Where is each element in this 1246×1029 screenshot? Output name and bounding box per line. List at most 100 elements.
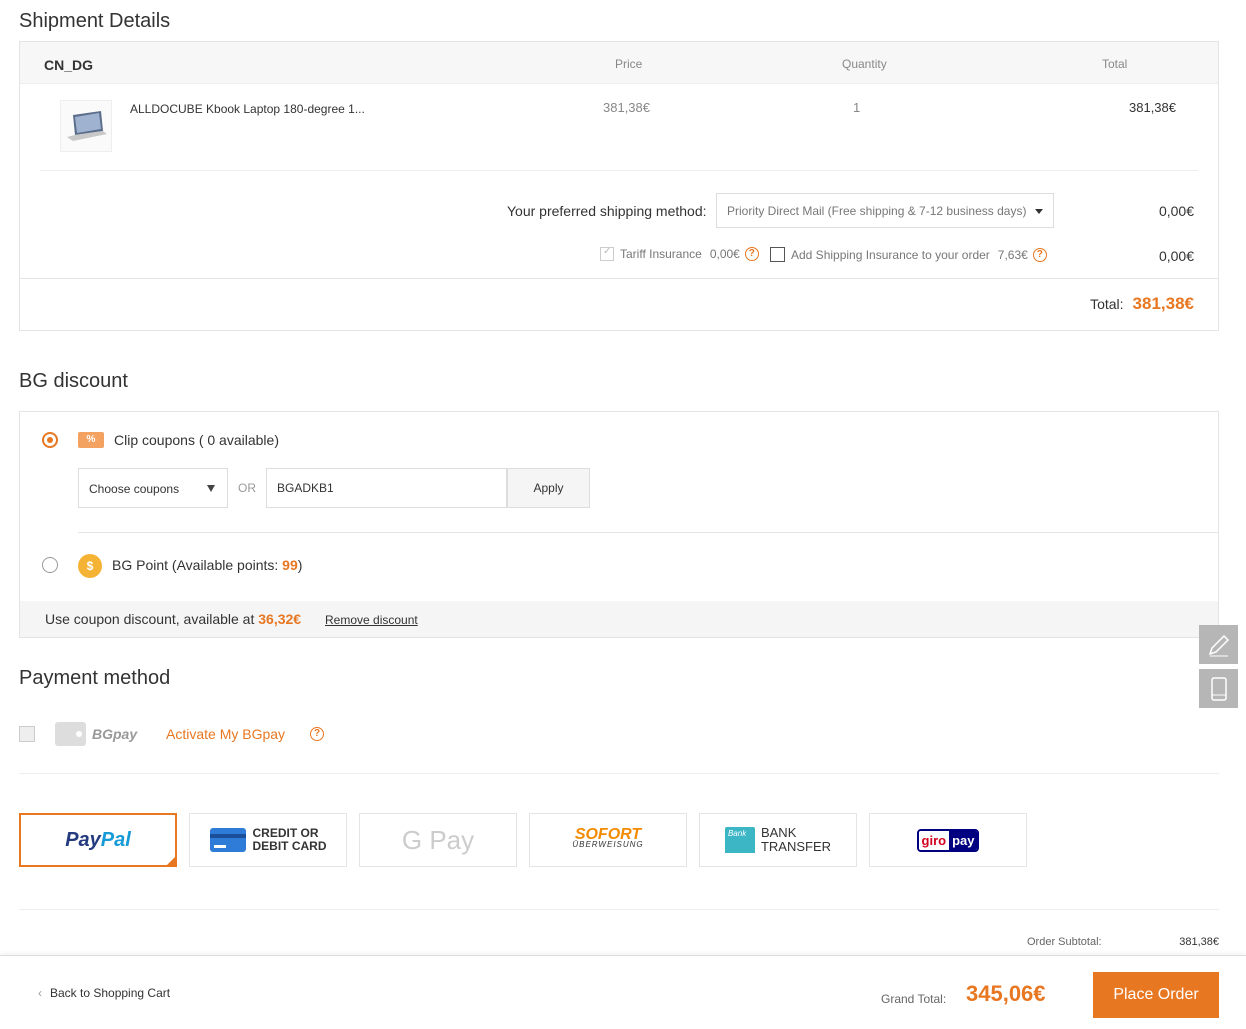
or-separator: OR xyxy=(238,481,256,495)
choose-coupons-value: Choose coupons xyxy=(89,482,180,496)
divider xyxy=(20,278,1218,279)
sofort-option[interactable]: SOFORT ÜBERWEISUNG xyxy=(529,813,687,867)
shipping-insurance-help-icon[interactable]: ? xyxy=(1032,247,1047,262)
discount-footer: Use coupon discount, available at 36,32€… xyxy=(20,601,1218,637)
warehouse-label: CN_DG xyxy=(44,57,94,73)
tariff-help-icon[interactable]: ? xyxy=(744,247,759,261)
grand-total-value: 345,06€ xyxy=(966,981,1046,1006)
back-to-cart-link[interactable]: ‹ Back to Shopping Cart xyxy=(38,986,170,1000)
product-name[interactable]: ALLDOCUBE Kbook Laptop 180-degree 1... xyxy=(130,102,365,116)
google-pay-logo: G Pay xyxy=(401,824,475,855)
bgpay-label: BGpay xyxy=(92,726,138,742)
sofort-subtext: ÜBERWEISUNG xyxy=(572,840,644,849)
shipment-title: Shipment Details xyxy=(19,10,171,32)
apply-button[interactable]: Apply xyxy=(507,468,590,508)
giropay-text-b: pay xyxy=(949,830,978,850)
caret-down-icon xyxy=(1035,209,1043,214)
giropay-option[interactable]: giro pay xyxy=(869,813,1027,867)
clip-coupons-radio[interactable] xyxy=(42,432,58,448)
place-order-button[interactable]: Place Order xyxy=(1093,972,1219,1018)
shipping-method-value: Priority Direct Mail (Free shipping & 7-… xyxy=(727,204,1027,218)
grand-total-label: Grand Total: xyxy=(881,992,947,1006)
product-price: 381,38€ xyxy=(603,100,650,115)
insurance-fee: 0,00€ xyxy=(1158,248,1194,264)
shipping-method-select[interactable]: Priority Direct Mail (Free shipping & 7-… xyxy=(716,193,1054,228)
col-quantity: Quantity xyxy=(842,57,887,71)
shipment-total-label: Total: xyxy=(1090,296,1124,312)
google-pay-option[interactable]: G Pay xyxy=(359,813,517,867)
mobile-icon[interactable] xyxy=(1199,669,1238,708)
shipping-insurance-checkbox[interactable] xyxy=(770,247,785,262)
paypal-text-a: Pay xyxy=(65,828,101,851)
coin-icon: $ xyxy=(78,554,102,578)
shipping-fee: 0,00€ xyxy=(1158,203,1194,219)
shipment-box: CN_DG Price Quantity Total ALLDOCUBE Kbo… xyxy=(19,41,1219,331)
bank-line2: TRANSFER xyxy=(760,839,832,854)
bank-transfer-label: BANK TRANSFER xyxy=(761,826,831,854)
paypal-option[interactable]: PayPal xyxy=(19,813,177,867)
credit-card-line1: CREDIT OR xyxy=(252,826,319,840)
shipment-total-value: 381,38€ xyxy=(1132,294,1194,313)
discount-title: BG discount xyxy=(19,370,128,392)
wallet-icon xyxy=(55,722,86,746)
credit-card-icon xyxy=(209,828,246,852)
col-price: Price xyxy=(615,57,643,71)
bg-point-label-suffix: ) xyxy=(297,557,303,573)
choose-coupons-select[interactable]: Choose coupons xyxy=(78,468,228,508)
bank-line1: BANK xyxy=(760,825,797,840)
paypal-text-b: Pal xyxy=(100,828,131,851)
col-total: Total xyxy=(1102,57,1128,71)
activate-bgpay-link[interactable]: Activate My BGpay xyxy=(166,726,285,742)
product-quantity: 1 xyxy=(853,100,861,115)
credit-card-label: CREDIT OR DEBIT CARD xyxy=(253,827,327,853)
tariff-insurance-label: Tariff Insurance xyxy=(620,247,702,261)
remove-discount-link[interactable]: Remove discount xyxy=(325,613,418,627)
clip-coupons-label: Clip coupons ( 0 available) xyxy=(114,432,279,448)
shipment-table-header: CN_DG Price Quantity Total xyxy=(20,42,1218,84)
tariff-insurance-row: Tariff Insurance 0,00€ ? xyxy=(600,246,759,261)
sofort-text: SOFORT xyxy=(574,826,642,843)
bg-point-label: BG Point (Available points: 99) xyxy=(112,557,302,573)
product-total: 381,38€ xyxy=(1129,100,1176,115)
tariff-insurance-checkbox[interactable] xyxy=(600,246,614,261)
coupon-icon: % xyxy=(78,432,104,448)
giropay-logo: giro pay xyxy=(916,828,980,852)
discount-summary-text: Use coupon discount, available at xyxy=(45,611,259,627)
chevron-left-icon: ‹ xyxy=(38,986,42,1000)
sofort-logo: SOFORT ÜBERWEISUNG xyxy=(572,826,644,850)
payment-title: Payment method xyxy=(19,667,171,689)
tariff-insurance-fee: 0,00€ xyxy=(709,247,740,261)
paypal-logo: PayPal xyxy=(65,829,131,852)
order-subtotal-label: Order Subtotal: xyxy=(1027,936,1102,948)
divider xyxy=(19,773,1219,774)
bg-point-value: 99 xyxy=(282,557,298,573)
shipping-insurance-row: Add Shipping Insurance to your order 7,6… xyxy=(770,247,1047,262)
divider xyxy=(19,909,1219,910)
back-to-cart-label: Back to Shopping Cart xyxy=(50,986,171,1000)
bg-point-radio[interactable] xyxy=(42,557,58,573)
triangle-down-icon xyxy=(207,485,215,492)
product-thumbnail[interactable] xyxy=(60,100,112,152)
shipping-method-label: Your preferred shipping method: xyxy=(507,203,707,219)
credit-card-line2: DEBIT CARD xyxy=(252,839,327,853)
pencil-icon[interactable] xyxy=(1199,625,1238,664)
discount-box: % Clip coupons ( 0 available) Choose cou… xyxy=(19,411,1219,638)
shipping-insurance-fee: 7,63€ xyxy=(997,247,1028,262)
bank-icon xyxy=(724,827,755,853)
shipping-insurance-label: Add Shipping Insurance to your order xyxy=(791,247,990,262)
laptop-icon xyxy=(67,111,107,141)
giropay-text-a: giro xyxy=(918,830,950,850)
discount-amount: 36,32€ xyxy=(258,611,302,627)
checkout-footer: ‹ Back to Shopping Cart Grand Total: 345,… xyxy=(0,955,1246,1029)
discount-summary: Use coupon discount, available at 36,32€ xyxy=(45,611,301,627)
order-subtotal-value: 381,38€ xyxy=(1179,936,1219,948)
coupon-code-input[interactable] xyxy=(266,468,507,508)
bgpay-help-icon[interactable]: ? xyxy=(310,727,324,741)
shipment-total: Total: 381,38€ xyxy=(1090,294,1194,314)
bank-transfer-option[interactable]: BANK TRANSFER xyxy=(699,813,857,867)
bgpay-checkbox[interactable] xyxy=(19,726,35,742)
divider xyxy=(78,532,1218,533)
divider xyxy=(40,170,1198,171)
bg-point-label-prefix: BG Point (Available points: xyxy=(112,557,283,573)
credit-card-option[interactable]: CREDIT OR DEBIT CARD xyxy=(189,813,347,867)
